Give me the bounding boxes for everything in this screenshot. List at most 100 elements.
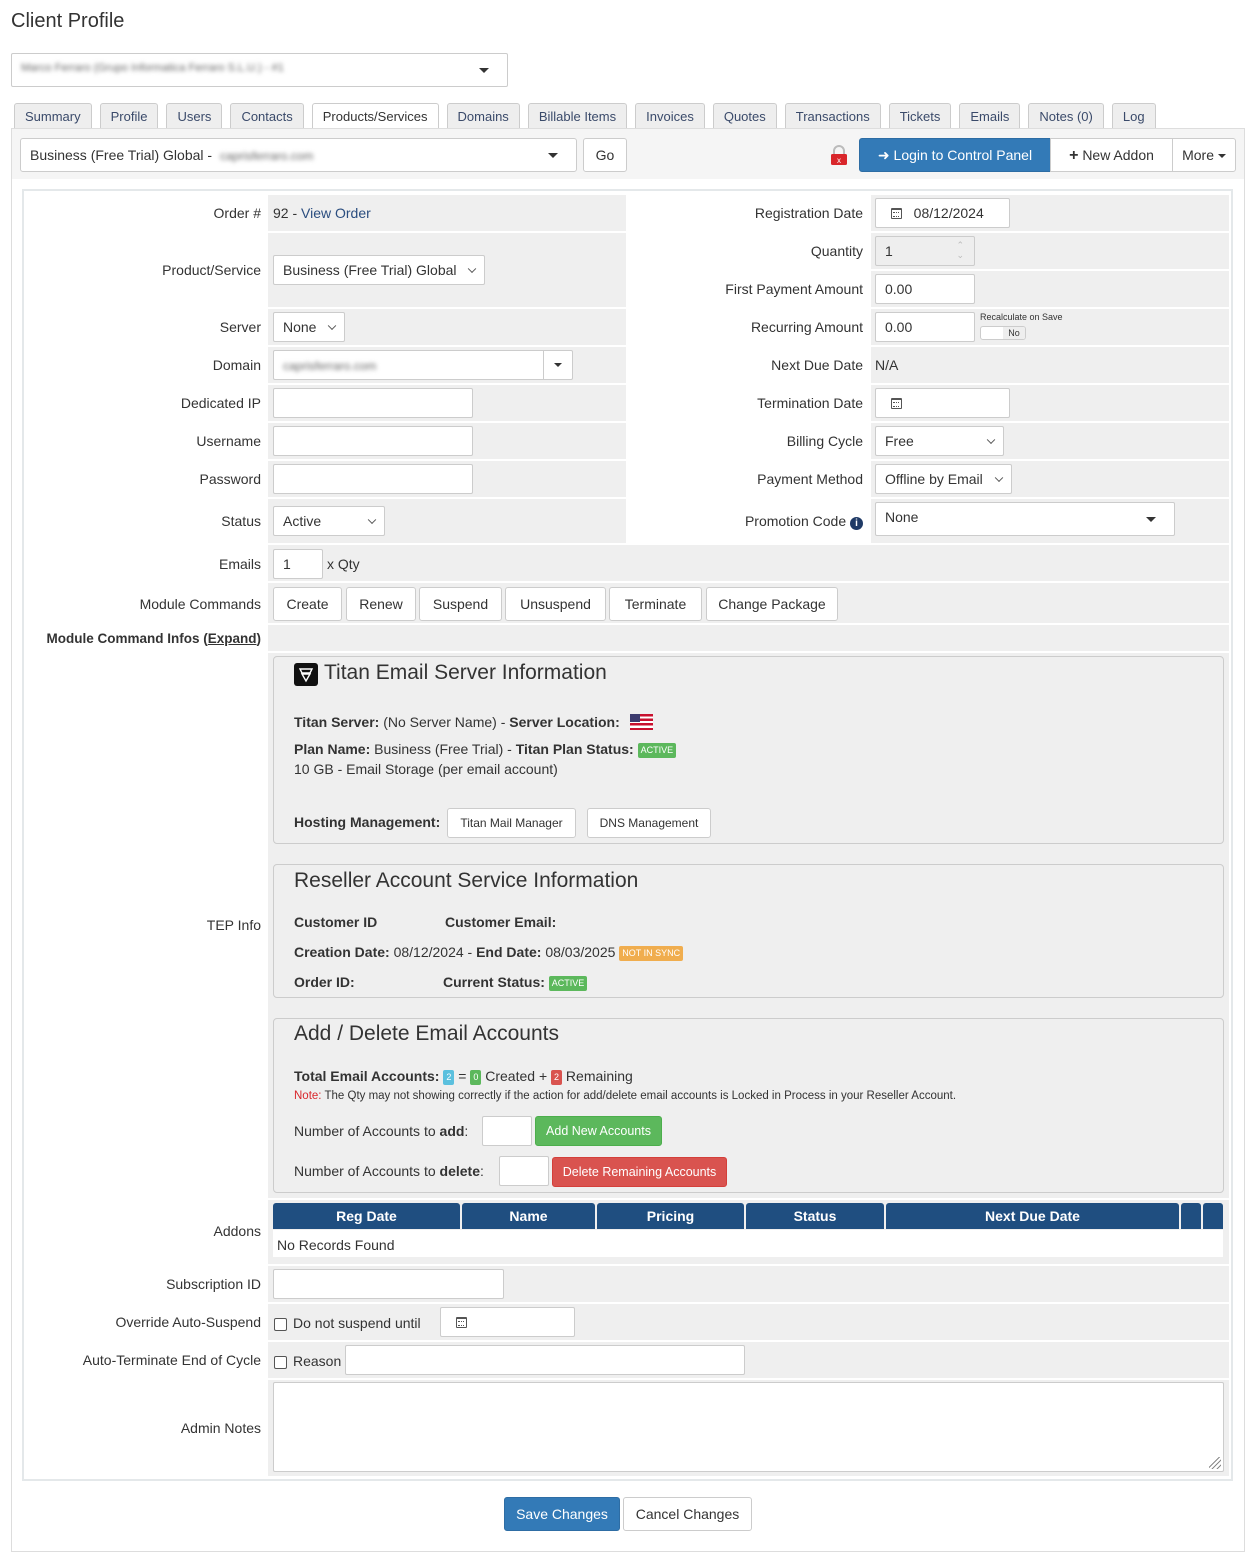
recurring-amount-input[interactable]: 0.00 bbox=[875, 312, 975, 342]
page-title: Client Profile bbox=[11, 10, 125, 32]
emails-qty-input[interactable]: 1 bbox=[273, 549, 323, 579]
current-status-badge: ACTIVE bbox=[548, 976, 588, 991]
tab-log[interactable]: Log bbox=[1111, 103, 1156, 129]
customer-email-label: Customer Email: bbox=[445, 914, 557, 930]
save-changes-button[interactable]: Save Changes bbox=[504, 1497, 620, 1531]
not-in-sync-badge: NOT IN SYNC bbox=[619, 946, 684, 961]
resize-grip-icon[interactable] bbox=[1209, 1457, 1221, 1469]
tab-invoices[interactable]: Invoices bbox=[635, 103, 705, 129]
more-dropdown-button[interactable]: More bbox=[1172, 138, 1236, 172]
promotion-code-label: Promotion Code i bbox=[640, 513, 863, 530]
accounts-note: Note: The Qty may not showing correctly … bbox=[294, 1090, 957, 1102]
col-next-due-date[interactable]: Next Due Date bbox=[886, 1203, 1179, 1229]
titan-server-line: Titan Server: (No Server Name) - Server … bbox=[294, 714, 653, 730]
product-service-select[interactable]: Business (Free Trial) Global bbox=[273, 255, 485, 285]
tab-products-services[interactable]: Products/Services bbox=[311, 103, 439, 130]
reason-input[interactable] bbox=[345, 1345, 745, 1375]
auto-terminate-checkbox[interactable] bbox=[274, 1356, 287, 1369]
first-payment-label: First Payment Amount bbox=[725, 281, 863, 297]
titan-storage: 10 GB - Email Storage (per email account… bbox=[294, 761, 558, 777]
tab-transactions[interactable]: Transactions bbox=[784, 103, 881, 129]
col-reg-date[interactable]: Reg Date bbox=[273, 1203, 460, 1229]
caret-down-icon bbox=[548, 153, 558, 158]
reseller-panel-title: Reseller Account Service Information bbox=[294, 869, 639, 892]
tab-tickets[interactable]: Tickets bbox=[888, 103, 952, 129]
remaining-count-badge: 2 bbox=[551, 1070, 563, 1085]
domain-dropdown-toggle[interactable] bbox=[543, 351, 572, 379]
addons-empty-row: No Records Found bbox=[273, 1230, 1223, 1257]
next-due-date-value: N/A bbox=[875, 357, 899, 373]
suspend-until-date-input[interactable] bbox=[440, 1307, 575, 1337]
client-select[interactable]: Marco Ferraro (Grupo Informatica Ferraro… bbox=[11, 53, 508, 87]
promotion-code-select[interactable]: None bbox=[875, 502, 1175, 536]
recalculate-toggle[interactable]: No bbox=[980, 326, 1026, 340]
lock-icon[interactable]: x bbox=[830, 145, 848, 165]
login-control-panel-button[interactable]: ➜ Login to Control Panel bbox=[859, 138, 1051, 172]
caret-down-icon bbox=[1146, 517, 1156, 522]
suspend-button[interactable]: Suspend bbox=[419, 587, 502, 621]
col-name[interactable]: Name bbox=[462, 1203, 595, 1229]
recalculate-label: Recalculate on Save bbox=[980, 312, 1063, 322]
col-status[interactable]: Status bbox=[746, 1203, 884, 1229]
recurring-amount-label: Recurring Amount bbox=[750, 319, 863, 335]
termination-date-input[interactable] bbox=[875, 388, 1010, 418]
tab-emails[interactable]: Emails bbox=[959, 103, 1021, 129]
caret-down-icon bbox=[554, 363, 562, 367]
tab-contacts[interactable]: Contacts bbox=[230, 103, 304, 129]
payment-method-select[interactable]: Offline by Email bbox=[875, 464, 1012, 494]
new-addon-button[interactable]: + New Addon bbox=[1050, 138, 1173, 172]
accounts-add-input[interactable] bbox=[482, 1116, 532, 1146]
termination-date-label: Termination Date bbox=[757, 395, 863, 411]
col-pricing[interactable]: Pricing bbox=[597, 1203, 744, 1229]
accounts-delete-input[interactable] bbox=[499, 1156, 549, 1186]
create-button[interactable]: Create bbox=[273, 587, 342, 621]
tab-notes[interactable]: Notes (0) bbox=[1028, 103, 1104, 129]
add-new-accounts-button[interactable]: Add New Accounts bbox=[535, 1116, 662, 1146]
first-payment-input[interactable]: 0.00 bbox=[875, 274, 975, 304]
expand-link[interactable]: Expand bbox=[208, 631, 257, 646]
reseller-dates-line: Creation Date: 08/12/2024 - End Date: 08… bbox=[294, 944, 684, 961]
admin-notes-label: Admin Notes bbox=[180, 1420, 261, 1436]
tab-domains[interactable]: Domains bbox=[446, 103, 520, 129]
registration-date-input[interactable]: 08/12/2024 bbox=[875, 198, 1010, 228]
renew-button[interactable]: Renew bbox=[346, 587, 416, 621]
info-icon[interactable]: i bbox=[850, 517, 863, 530]
col-action-2 bbox=[1203, 1203, 1223, 1229]
tab-profile[interactable]: Profile bbox=[99, 103, 159, 129]
tab-summary[interactable]: Summary bbox=[14, 103, 92, 129]
current-status-line: Current Status: ACTIVE bbox=[443, 974, 588, 991]
status-select[interactable]: Active bbox=[273, 506, 385, 536]
delete-remaining-accounts-button[interactable]: Delete Remaining Accounts bbox=[552, 1157, 727, 1187]
dns-management-button[interactable]: DNS Management bbox=[587, 808, 711, 838]
spinner-arrows-icon[interactable]: ⌃ ⌄ bbox=[956, 240, 964, 260]
subscription-id-input[interactable] bbox=[273, 1269, 504, 1299]
username-input[interactable] bbox=[273, 426, 473, 456]
billing-cycle-label: Billing Cycle bbox=[786, 433, 863, 449]
billing-cycle-select[interactable]: Free bbox=[875, 426, 1004, 456]
accounts-delete-label: Number of Accounts to delete: bbox=[294, 1163, 484, 1179]
service-select[interactable]: Business (Free Trial) Global - caprisfer… bbox=[20, 138, 577, 172]
domain-input[interactable]: caprisferraro.com bbox=[273, 350, 573, 380]
titan-mail-manager-button[interactable]: Titan Mail Manager bbox=[447, 808, 576, 838]
chevron-down-icon bbox=[367, 515, 377, 525]
admin-notes-textarea[interactable] bbox=[273, 1382, 1224, 1472]
go-button[interactable]: Go bbox=[583, 138, 627, 172]
password-input[interactable] bbox=[273, 464, 473, 494]
view-order-link[interactable]: View Order bbox=[301, 205, 371, 221]
addons-label: Addons bbox=[213, 1223, 261, 1239]
tab-quotes[interactable]: Quotes bbox=[712, 103, 777, 129]
cancel-changes-button[interactable]: Cancel Changes bbox=[623, 1497, 752, 1531]
registration-date-label: Registration Date bbox=[754, 205, 863, 221]
tab-users[interactable]: Users bbox=[166, 103, 223, 129]
terminate-button[interactable]: Terminate bbox=[609, 587, 702, 621]
override-auto-suspend-checkbox[interactable] bbox=[274, 1318, 287, 1331]
calendar-icon bbox=[891, 398, 902, 409]
caret-down-icon bbox=[1217, 154, 1226, 158]
total-email-accounts-line: Total Email Accounts: 2 = 0 Created + 2 … bbox=[294, 1068, 633, 1085]
change-package-button[interactable]: Change Package bbox=[706, 587, 838, 621]
tab-billable-items[interactable]: Billable Items bbox=[527, 103, 628, 129]
server-select[interactable]: None bbox=[273, 312, 345, 342]
dedicated-ip-input[interactable] bbox=[273, 388, 473, 418]
unsuspend-button[interactable]: Unsuspend bbox=[505, 587, 606, 621]
quantity-stepper[interactable]: 1 ⌃ ⌄ bbox=[875, 236, 975, 266]
